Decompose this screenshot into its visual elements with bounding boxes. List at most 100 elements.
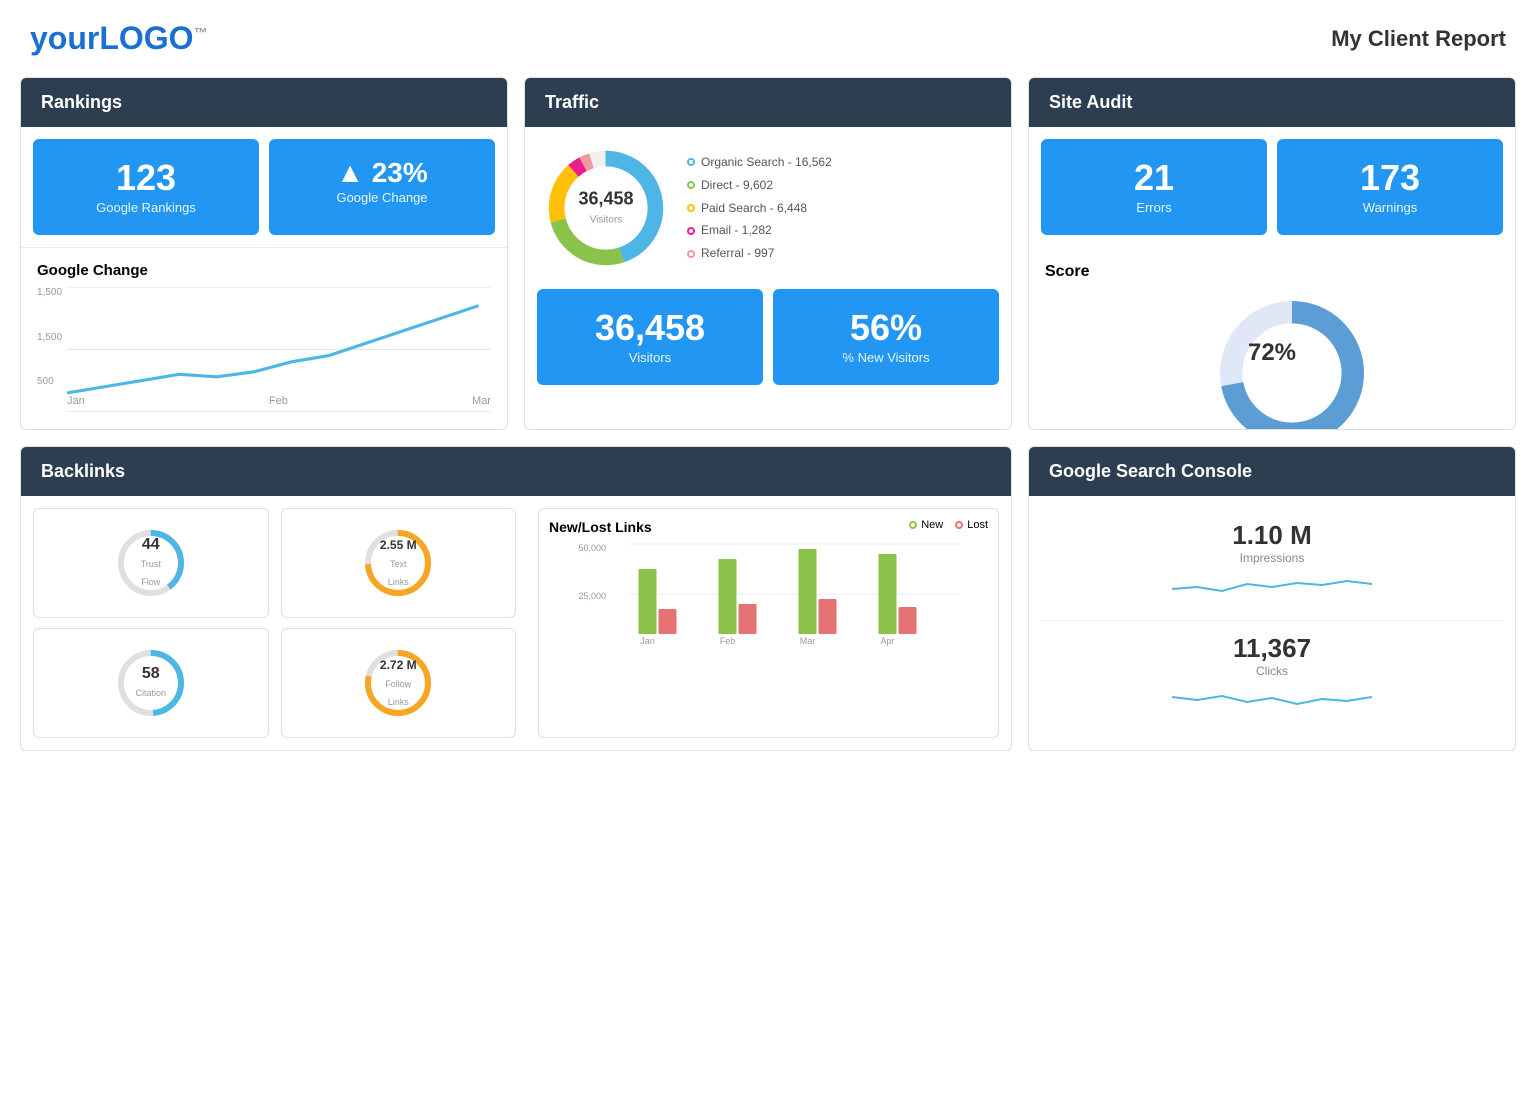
chart-title: Google Change (37, 262, 491, 279)
score-value: 72% (1248, 339, 1296, 366)
logo-bold: LOGO (99, 20, 193, 56)
rankings-card: Rankings 123 Google Rankings ▲ 23% Googl… (20, 77, 508, 430)
logo-text: your (30, 20, 99, 56)
donut-center: 36,458 Visitors (578, 189, 633, 228)
legend-dot-direct (687, 181, 695, 189)
new-visitors-box: 56% % New Visitors (773, 289, 999, 385)
svg-text:Jan: Jan (640, 636, 655, 646)
trust-flow-donut: 44 Trust Flow (111, 523, 191, 603)
traffic-legend: Organic Search - 16,562 Direct - 9,602 P… (687, 151, 832, 265)
legend-direct: Direct - 9,602 (687, 174, 832, 197)
traffic-stats: 36,458 Visitors 56% % New Visitors (525, 289, 1011, 397)
clicks-sparkline (1172, 682, 1372, 712)
warnings-value: 173 (1291, 157, 1489, 199)
text-links-center: 2.55 M Text Links (378, 536, 418, 590)
traffic-card: Traffic 36,458 (524, 77, 1012, 430)
logo-tm: ™ (194, 24, 208, 40)
bar-chart-svg: 50,000 25,000 (549, 539, 988, 649)
legend-dot-lost (955, 521, 963, 529)
legend-organic: Organic Search - 16,562 (687, 151, 832, 174)
gsc-card: Google Search Console 1.10 M Impressions… (1028, 446, 1516, 751)
legend-email: Email - 1,282 (687, 219, 832, 242)
errors-value: 21 (1055, 157, 1253, 199)
google-change-value: ▲ 23% (283, 157, 481, 189)
gsc-content: 1.10 M Impressions 11,367 Clicks (1029, 496, 1515, 745)
citation-donut: 58 Citation (111, 643, 191, 723)
svg-text:50,000: 50,000 (579, 543, 607, 553)
bar-chart-title: New/Lost Links (549, 519, 652, 535)
citation-center: 58 Citation (131, 665, 171, 701)
score-center: 72% (1248, 339, 1296, 367)
bar-chart-area: 50,000 25,000 (549, 539, 988, 649)
donut-value: 36,458 (578, 189, 633, 210)
citation-label: Citation (135, 688, 166, 698)
chart-x-labels: Jan Feb Mar (67, 395, 491, 407)
legend-label-organic: Organic Search - 16,562 (701, 151, 832, 174)
errors-label: Errors (1136, 200, 1171, 215)
bar-chart-legend: New Lost (909, 519, 988, 531)
rankings-header: Rankings (21, 78, 507, 127)
logo: yourLOGO™ (30, 20, 208, 57)
legend-paid: Paid Search - 6,448 (687, 197, 832, 220)
trust-flow-value: 44 (142, 536, 160, 553)
bar-chart-section: New/Lost Links New Lost (538, 508, 999, 738)
score-title: Score (1045, 263, 1499, 281)
svg-text:Mar: Mar (800, 636, 816, 646)
report-title: My Client Report (1331, 26, 1506, 52)
svg-text:25,000: 25,000 (579, 591, 607, 601)
score-donut: 72% (1212, 293, 1332, 413)
gsc-impressions: 1.10 M Impressions (1041, 508, 1503, 621)
text-links-value: 2.55 M (380, 538, 417, 552)
text-links-donut: 2.55 M Text Links (358, 523, 438, 603)
backlinks-gauges-1: 44 Trust Flow 58 Citation (33, 508, 269, 738)
traffic-header: Traffic (525, 78, 1011, 127)
new-visitors-value: 56% (787, 307, 985, 349)
impressions-label: Impressions (1049, 551, 1495, 565)
impressions-sparkline (1172, 569, 1372, 599)
follow-links-gauge: 2.72 M Follow Links (281, 628, 517, 738)
legend-dot-referral (687, 250, 695, 258)
google-rankings-box: 123 Google Rankings (33, 139, 259, 235)
follow-links-center: 2.72 M Follow Links (378, 656, 418, 710)
errors-box: 21 Errors (1041, 139, 1267, 235)
warnings-label: Warnings (1363, 200, 1417, 215)
rankings-line-chart (67, 287, 491, 412)
text-links-gauge: 2.55 M Text Links (281, 508, 517, 618)
follow-links-donut: 2.72 M Follow Links (358, 643, 438, 723)
citation-gauge: 58 Citation (33, 628, 269, 738)
backlinks-card: Backlinks 44 Trust Flow (20, 446, 1012, 751)
legend-dot-new (909, 521, 917, 529)
backlinks-header: Backlinks (21, 447, 1011, 496)
legend-lost: Lost (967, 519, 988, 531)
new-visitors-label: % New Visitors (842, 350, 929, 365)
site-audit-header: Site Audit (1029, 78, 1515, 127)
legend-referral: Referral - 997 (687, 242, 832, 265)
visitors-value: 36,458 (551, 307, 749, 349)
visitors-box: 36,458 Visitors (537, 289, 763, 385)
legend-label-referral: Referral - 997 (701, 242, 774, 265)
google-change-box: ▲ 23% Google Change (269, 139, 495, 235)
google-change-label: Google Change (336, 190, 427, 205)
site-audit-card: Site Audit 21 Errors 173 Warnings Score (1028, 77, 1516, 430)
traffic-top: 36,458 Visitors Organic Search - 16,562 … (525, 127, 1011, 289)
trust-flow-center: 44 Trust Flow (131, 536, 171, 590)
warnings-box: 173 Warnings (1277, 139, 1503, 235)
follow-links-value: 2.72 M (380, 658, 417, 672)
chart-y-labels: 1,500 1,500 500 (37, 287, 62, 387)
google-rankings-label: Google Rankings (96, 200, 196, 215)
google-rankings-value: 123 (47, 157, 245, 199)
gsc-header: Google Search Console (1029, 447, 1515, 496)
backlinks-gauges-2: 2.55 M Text Links 2.72 M Follow Link (281, 508, 517, 738)
legend-label-paid: Paid Search - 6,448 (701, 197, 807, 220)
impressions-value: 1.10 M (1049, 520, 1495, 551)
legend-dot-organic (687, 158, 695, 166)
legend-dot-paid (687, 204, 695, 212)
gsc-clicks: 11,367 Clicks (1041, 621, 1503, 733)
citation-value: 58 (142, 665, 160, 682)
score-section: Score 72% (1029, 247, 1515, 429)
follow-links-label: Follow Links (385, 679, 411, 707)
legend-label-direct: Direct - 9,602 (701, 174, 773, 197)
legend-dot-email (687, 227, 695, 235)
visitors-label: Visitors (629, 350, 671, 365)
site-audit-stats: 21 Errors 173 Warnings (1029, 127, 1515, 247)
